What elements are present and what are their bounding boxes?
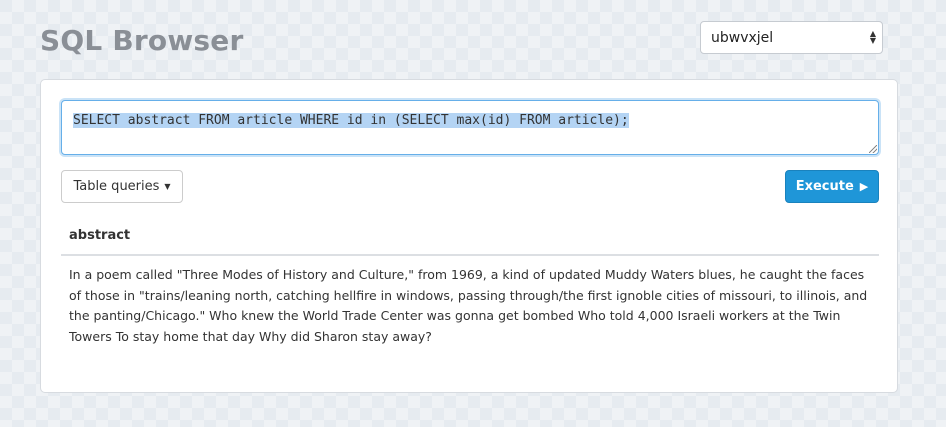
- play-icon: ▶: [859, 180, 869, 193]
- database-select[interactable]: ubwvxjel ▲ ▼: [700, 21, 883, 54]
- table-cell: In a poem called "Three Modes of History…: [69, 267, 868, 344]
- execute-label: Execute: [795, 179, 854, 194]
- resize-handle-icon[interactable]: [869, 145, 877, 153]
- query-text: SELECT abstract FROM article WHERE id in…: [73, 113, 629, 128]
- caret-down-icon: ▼: [164, 182, 171, 191]
- table-queries-label: Table queries: [73, 179, 160, 194]
- table-queries-button[interactable]: Table queries ▼: [61, 170, 183, 203]
- page-title: SQL Browser: [40, 24, 244, 57]
- query-textarea[interactable]: SELECT abstract FROM article WHERE id in…: [61, 100, 879, 155]
- up-down-caret-icon: ▲ ▼: [869, 29, 876, 45]
- database-select-value: ubwvxjel: [711, 29, 774, 46]
- query-panel: SELECT abstract FROM article WHERE id in…: [40, 79, 898, 393]
- table-header-divider: [61, 254, 879, 256]
- column-header-abstract: abstract: [69, 228, 131, 243]
- execute-button[interactable]: Execute ▶: [785, 170, 879, 203]
